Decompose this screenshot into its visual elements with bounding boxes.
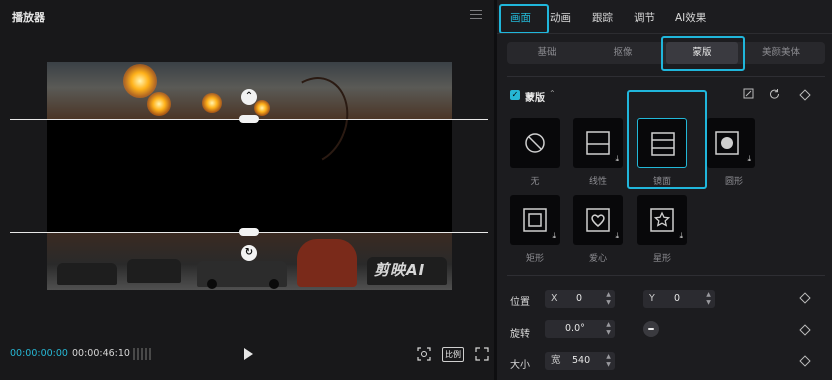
properties-panel: 画面 动画 跟踪 调节 AI效果 基础 抠像 蒙版 美颜美体 ✓ 蒙版 ⌃ 无 … (497, 0, 832, 380)
rotation-label: 旋转 (510, 329, 530, 340)
invert-mask-icon[interactable] (743, 88, 754, 99)
mask-heart-label: 爱心 (588, 254, 607, 264)
subtab-mask[interactable]: 蒙版 (666, 42, 738, 64)
mask-section-label: 蒙版 (525, 93, 545, 104)
mask-enable-checkbox[interactable]: ✓ (510, 90, 520, 100)
position-y-field[interactable]: Y 0 ▲ ▼ (643, 290, 715, 308)
mask-mirror-label: 镜面 (652, 177, 671, 187)
watermark-text: 剪映AI (374, 261, 426, 279)
download-icon: ⤓ (747, 154, 751, 163)
ratio-button[interactable]: 比例 (442, 347, 464, 362)
keyframe-diamond-icon[interactable] (799, 355, 811, 367)
player-header: 播放器 (0, 0, 494, 32)
stepper-icon[interactable]: ▲ ▼ (702, 290, 715, 308)
keyframe-diamond-icon[interactable] (799, 89, 811, 101)
rectangle-mask-icon (523, 208, 547, 232)
mask-circle-tile[interactable]: ⤓ (707, 118, 755, 168)
visible-strip-bottom: 剪映AI (47, 233, 452, 290)
subtabs-bar: 基础 抠像 蒙版 美颜美体 (507, 42, 825, 64)
size-label: 大小 (510, 360, 530, 371)
mask-top-handle[interactable] (239, 115, 259, 123)
stepper-icon[interactable]: ▲ ▼ (602, 320, 615, 338)
download-icon: ⤓ (679, 231, 683, 240)
rotation-knob[interactable] (643, 321, 659, 337)
position-label: 位置 (510, 297, 530, 308)
subtab-basic[interactable]: 基础 (511, 42, 583, 64)
download-icon: ⤓ (552, 231, 556, 240)
mask-circle-label: 圆形 (724, 177, 743, 187)
collapse-caret-icon[interactable]: ⌃ (549, 89, 556, 98)
mirror-mask-icon (651, 132, 675, 156)
size-width-field[interactable]: 宽 540 ▲ ▼ (545, 352, 615, 370)
mask-rectangle-label: 矩形 (525, 254, 544, 264)
reset-icon[interactable] (769, 88, 780, 99)
mask-star-tile[interactable]: ⤓ (637, 195, 687, 245)
download-icon: ⤓ (615, 231, 619, 240)
mask-rectangle-tile[interactable]: ⤓ (510, 195, 560, 245)
feather-handle-icon[interactable]: ⌃ (241, 89, 257, 105)
none-icon (525, 133, 545, 153)
circle-mask-icon (715, 131, 739, 155)
mask-linear-tile[interactable]: ⤓ (573, 118, 623, 168)
tab-picture[interactable]: 画面 (510, 10, 531, 25)
stepper-icon[interactable]: ▲ ▼ (602, 352, 615, 370)
mask-bottom-handle[interactable] (239, 228, 259, 236)
mask-none-label: 无 (530, 177, 540, 187)
keyframe-diamond-icon[interactable] (799, 292, 811, 304)
stepper-icon[interactable]: ▲ ▼ (602, 290, 615, 308)
menu-icon[interactable] (470, 10, 482, 20)
star-mask-icon (650, 208, 674, 232)
mask-heart-tile[interactable]: ⤓ (573, 195, 623, 245)
fullscreen-icon[interactable] (475, 347, 489, 361)
mask-linear-label: 线性 (588, 177, 607, 187)
keyframe-diamond-icon[interactable] (799, 324, 811, 336)
rotate-handle-icon[interactable]: ↻ (241, 245, 257, 261)
tab-animation[interactable]: 动画 (550, 10, 571, 25)
subtab-cutout[interactable]: 抠像 (587, 42, 659, 64)
linear-mask-icon (586, 131, 610, 155)
total-time: 00:00:46:10 (72, 348, 130, 359)
mask-mirror-tile[interactable] (637, 118, 687, 168)
tab-ai-effects[interactable]: AI效果 (675, 10, 706, 25)
subtab-beauty[interactable]: 美颜美体 (745, 42, 817, 64)
timeline-grid-icon[interactable] (133, 348, 151, 360)
mask-none-tile[interactable] (510, 118, 560, 168)
player-title: 播放器 (12, 11, 45, 24)
zoom-fit-icon[interactable] (417, 347, 431, 361)
rotation-field[interactable]: 0.0° ▲ ▼ (545, 320, 615, 338)
heart-mask-icon (586, 208, 610, 232)
position-x-field[interactable]: X 0 ▲ ▼ (545, 290, 615, 308)
player-panel: 播放器 剪映AI ⌃ ↻ 00:00:00:00 00:00:46:10 比例 (0, 0, 494, 380)
tab-adjust[interactable]: 调节 (634, 10, 655, 25)
download-icon: ⤓ (615, 154, 619, 163)
tab-tracking[interactable]: 跟踪 (592, 10, 613, 25)
player-controls: 00:00:00:00 00:00:46:10 比例 (0, 340, 494, 370)
play-button[interactable] (244, 348, 253, 360)
current-time: 00:00:00:00 (10, 348, 68, 359)
mask-star-label: 星形 (652, 254, 671, 264)
